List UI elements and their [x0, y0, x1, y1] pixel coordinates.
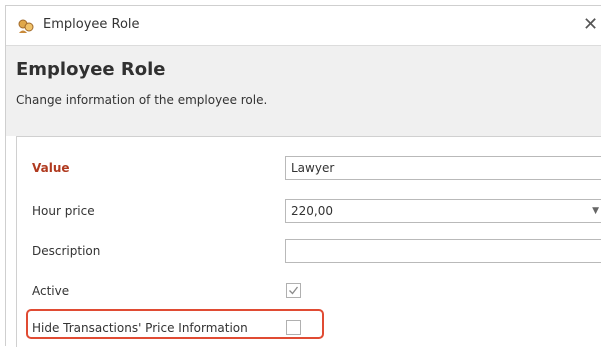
check-icon — [289, 286, 299, 295]
active-label: Active — [32, 284, 70, 298]
hour-price-dropdown[interactable]: 220,00 ▼ — [285, 199, 601, 223]
chevron-down-icon[interactable]: ▼ — [592, 200, 599, 222]
window-title: Employee Role — [43, 17, 140, 32]
value-label: Value — [32, 161, 70, 175]
dialog-header: Employee Role Change information of the … — [6, 45, 601, 125]
employee-role-icon — [17, 18, 35, 34]
hour-price-value: 220,00 — [291, 204, 333, 218]
value-field[interactable]: Lawyer — [285, 156, 601, 180]
employee-role-dialog: Employee Role ✕ Employee Role Change inf… — [5, 5, 601, 347]
title-bar: Employee Role ✕ — [6, 6, 601, 44]
close-button[interactable]: ✕ — [583, 13, 601, 37]
role-form: Value Lawyer Hour price 220,00 ▼ Descrip… — [16, 136, 601, 347]
page-title: Employee Role — [16, 59, 166, 80]
description-label: Description — [32, 244, 101, 258]
active-checkbox[interactable] — [286, 283, 301, 298]
hour-price-label: Hour price — [32, 204, 95, 218]
highlight-box — [26, 309, 324, 339]
page-subtitle: Change information of the employee role. — [16, 93, 268, 107]
description-field[interactable] — [285, 239, 601, 263]
header-gap — [6, 124, 601, 136]
